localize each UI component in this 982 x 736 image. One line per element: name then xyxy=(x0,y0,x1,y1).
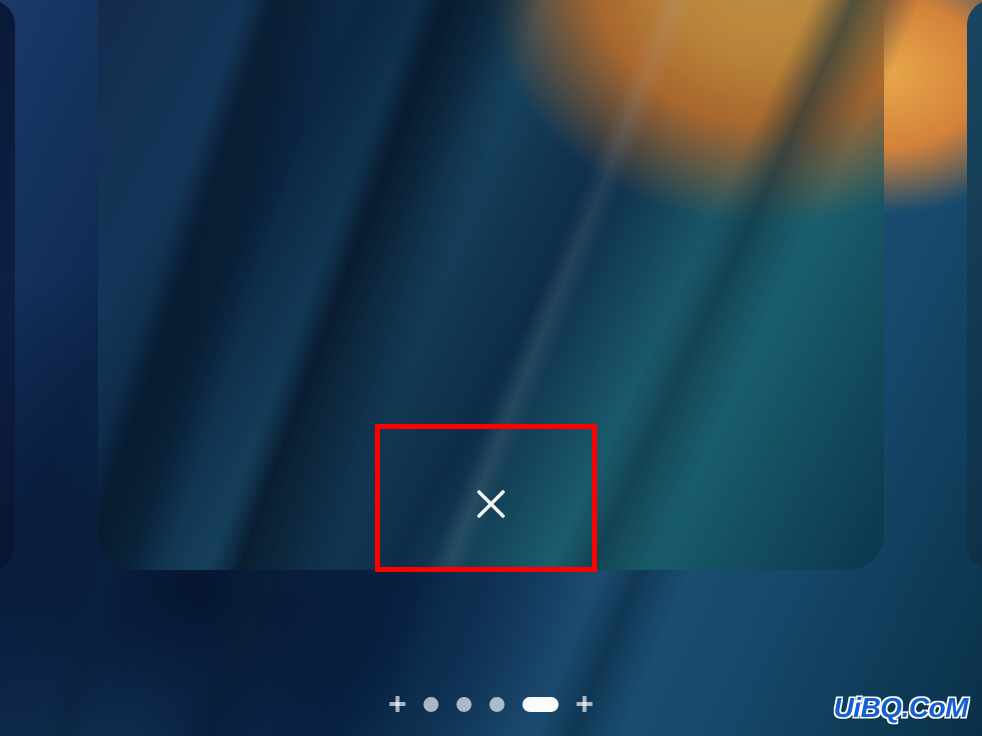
close-icon xyxy=(471,484,511,524)
home-screen-editor xyxy=(0,0,982,736)
page-indicator-active[interactable] xyxy=(523,697,559,712)
delete-page-button[interactable] xyxy=(471,484,511,524)
page-indicator-dot-2[interactable] xyxy=(457,697,472,712)
page-indicator-bar xyxy=(390,696,593,712)
plus-icon xyxy=(390,696,406,712)
home-page-preview-previous[interactable] xyxy=(0,0,15,570)
watermark-text: UiBQ.CoM xyxy=(834,692,968,724)
home-page-preview-next[interactable] xyxy=(967,0,982,570)
page-indicator-dot-1[interactable] xyxy=(424,697,439,712)
add-page-left-button[interactable] xyxy=(390,696,406,712)
page-indicator-dot-3[interactable] xyxy=(490,697,505,712)
add-page-right-button[interactable] xyxy=(577,696,593,712)
plus-icon xyxy=(577,696,593,712)
